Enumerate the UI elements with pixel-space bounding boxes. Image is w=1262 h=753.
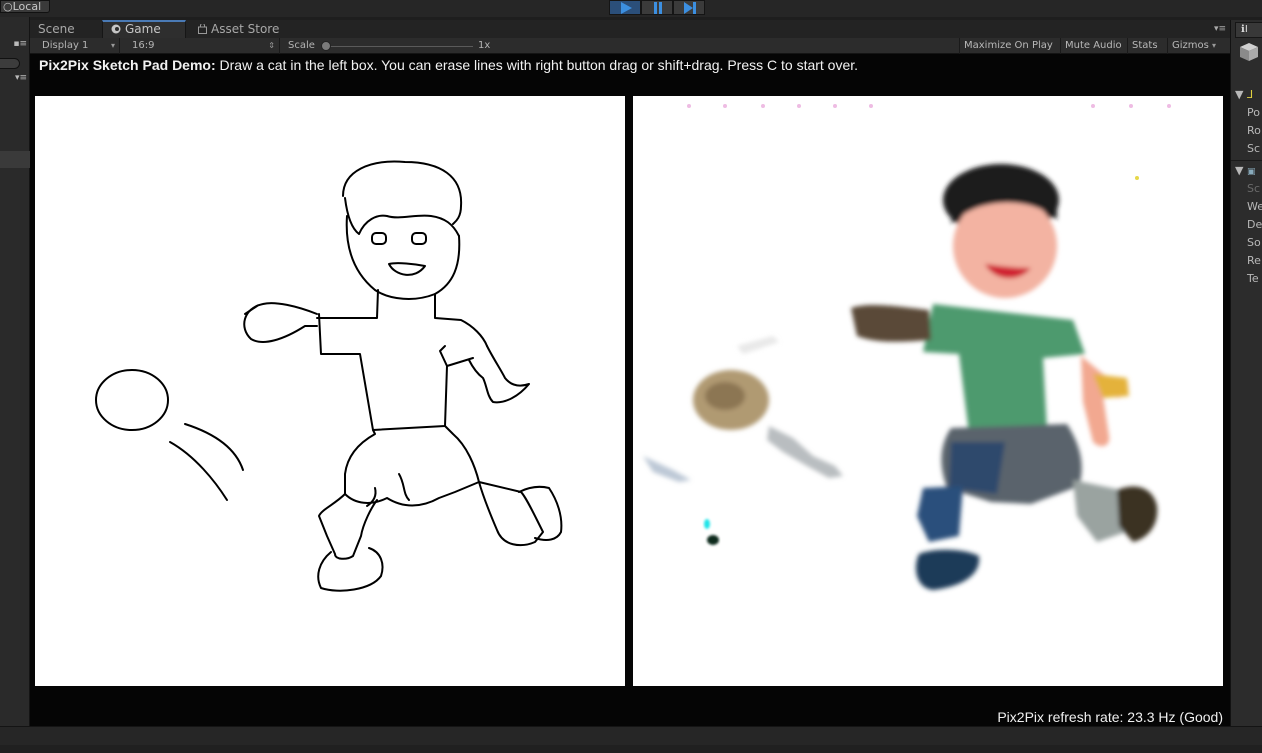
gizmos-dropdown[interactable]: Gizmos ▾ xyxy=(1167,38,1220,54)
divider xyxy=(1231,160,1262,161)
cube-icon xyxy=(1239,42,1259,66)
step-icon xyxy=(684,2,696,14)
instruction-text: Pix2Pix Sketch Pad Demo: Draw a cat in t… xyxy=(39,57,858,73)
pix2pix-output xyxy=(633,96,1223,686)
axis-icon: ⅃ xyxy=(1246,88,1254,101)
hierarchy-panel-edge: ▪≡ ▾≡ xyxy=(0,17,30,753)
chevron-down-icon: ▾ xyxy=(1212,41,1217,50)
display-value: Display 1 xyxy=(42,40,89,51)
play-button[interactable] xyxy=(609,0,641,15)
pause-icon xyxy=(654,2,662,14)
inspector-row-scale: Sc xyxy=(1247,142,1261,155)
panel-menu-icon[interactable]: ▪≡ xyxy=(0,39,30,53)
transform-header[interactable]: ▼ ⅃ xyxy=(1235,88,1253,101)
mute-audio-toggle[interactable]: Mute Audio xyxy=(1060,38,1126,54)
chevron-down-icon: ▾ xyxy=(110,41,115,50)
top-toolbar: ○Local xyxy=(0,0,1262,17)
gizmos-label: Gizmos xyxy=(1172,40,1209,51)
tab-asset-store-label: Asset Store xyxy=(211,22,280,36)
playback-controls xyxy=(609,0,705,15)
local-label: Local xyxy=(12,0,42,13)
tab-menu-icon[interactable]: ▾≡ xyxy=(1214,24,1226,34)
inspector-row-weights: We xyxy=(1247,200,1262,213)
inspector-row-te: Te xyxy=(1247,272,1259,285)
game-viewport: Pix2Pix Sketch Pad Demo: Draw a cat in t… xyxy=(30,54,1230,726)
up-down-arrows-icon: ⇕ xyxy=(268,41,275,50)
sketch-pad[interactable] xyxy=(35,96,625,686)
stats-toggle[interactable]: Stats xyxy=(1127,38,1162,54)
generated-image xyxy=(643,104,1171,590)
display-dropdown[interactable]: Display 1 ▾ xyxy=(30,38,120,54)
instruction-title: Pix2Pix Sketch Pad Demo: xyxy=(39,57,216,73)
tab-game-label: Game xyxy=(125,22,161,36)
scale-value: 1x xyxy=(478,40,491,51)
status-bar xyxy=(0,745,1262,753)
step-button[interactable] xyxy=(673,0,705,15)
inspector-panel-edge: ℹI ▼ ⅃ Po Ro Sc ▼ ▣ Sc We De So Re Te xyxy=(1230,20,1262,753)
maximize-on-play-toggle[interactable]: Maximize On Play xyxy=(959,38,1057,54)
dropdown-menu-icon[interactable]: ▾≡ xyxy=(0,73,30,87)
game-controller-icon xyxy=(111,23,121,38)
inspector-row-rotation: Ro xyxy=(1247,124,1261,137)
instruction-body: Draw a cat in the left box. You can eras… xyxy=(215,57,859,73)
tab-scene[interactable]: Scene xyxy=(38,20,75,38)
view-tabs: Scene Game Asset Store ▾≡ xyxy=(30,20,1230,38)
inspector-row-position: Po xyxy=(1247,106,1260,119)
scale-slider-handle[interactable] xyxy=(321,41,331,51)
inspector-row-script: Sc xyxy=(1247,182,1261,195)
script-icon: ▣ xyxy=(1246,167,1256,177)
aspect-dropdown[interactable]: 16:9 ⇕ xyxy=(120,38,280,54)
game-view-toolbar: Display 1 ▾ 16:9 ⇕ Scale 1x Maximize On … xyxy=(30,38,1230,54)
scale-label: Scale xyxy=(288,40,315,51)
tab-inspector-label: I xyxy=(1244,24,1248,35)
inspector-row-so: So xyxy=(1247,236,1261,249)
tab-game[interactable]: Game xyxy=(102,20,186,38)
tab-asset-store[interactable]: Asset Store xyxy=(198,20,279,38)
play-icon xyxy=(621,2,632,14)
shopping-bag-icon xyxy=(198,21,207,39)
sketch-drawing xyxy=(95,160,563,592)
local-button[interactable]: ○Local xyxy=(0,0,50,13)
pause-button[interactable] xyxy=(641,0,673,15)
inspector-row-re: Re xyxy=(1247,254,1261,267)
tab-inspector[interactable]: ℹI xyxy=(1235,22,1262,38)
inspector-row-de: De xyxy=(1247,218,1262,231)
aspect-value: 16:9 xyxy=(132,40,155,51)
globe-icon: ○ xyxy=(3,0,13,13)
script-component-header[interactable]: ▼ ▣ xyxy=(1235,164,1255,177)
selected-row[interactable] xyxy=(0,151,30,168)
refresh-rate-label: Pix2Pix refresh rate: 23.3 Hz (Good) xyxy=(997,709,1223,725)
scale-slider-track[interactable] xyxy=(325,46,473,47)
search-field[interactable] xyxy=(0,58,20,69)
